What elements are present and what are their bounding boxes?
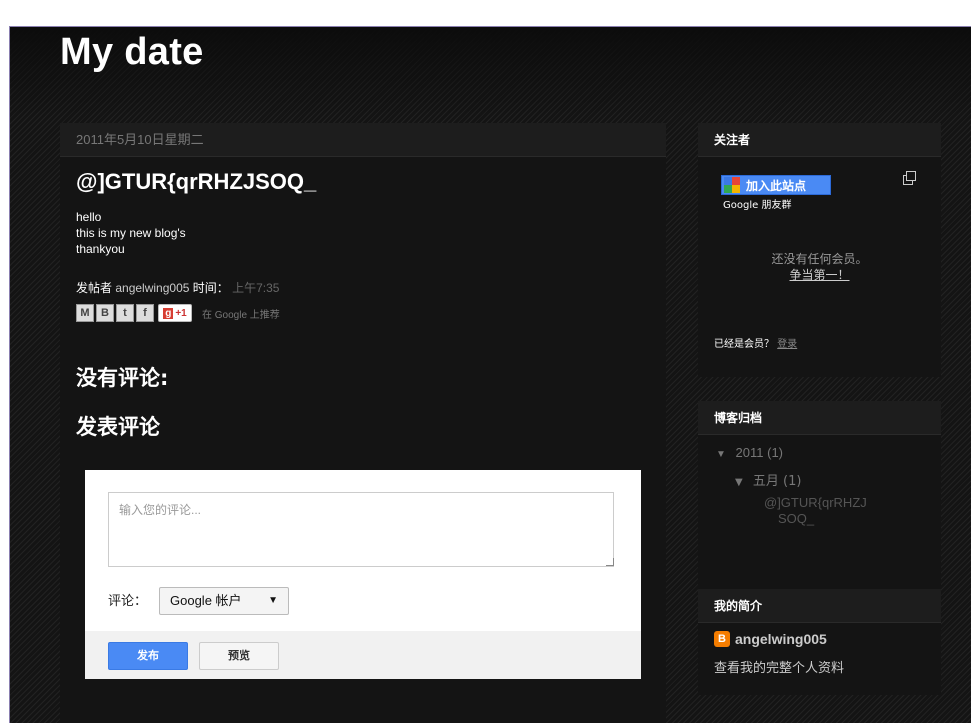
profile-title: 我的简介 (698, 589, 941, 623)
time-label: 时间： (192, 281, 229, 295)
no-members-line: 还没有任何会员。 (771, 252, 868, 266)
post-column: 2011年5月10日星期二 @]GTUR{qrRHZJSOQ_ hello th… (60, 123, 666, 723)
archive-year[interactable]: ▼ 2011 (1) (716, 445, 783, 460)
followers-widget: 关注者 加入此站点 Google 朋友群 还没有任何会员。 争当第一！ 已经是会… (698, 123, 941, 377)
profile-name[interactable]: B angelwing005 (714, 631, 827, 647)
post-comment-heading: 发表评论 (76, 415, 160, 439)
email-share-icon[interactable]: M (76, 304, 94, 322)
post-date: 2011年5月10日星期二 (60, 123, 666, 157)
page-frame: My date 2011年5月10日星期二 @]GTUR{qrRHZJSOQ_ … (9, 26, 971, 723)
plusone-button[interactable]: g +1 (158, 304, 192, 322)
archive-post-line[interactable]: SOQ_ (764, 511, 894, 527)
followers-title: 关注者 (698, 123, 941, 157)
comment-footer: 发布 预览 (85, 631, 641, 679)
account-select-value: Google 帐户 (170, 593, 242, 608)
view-profile-link[interactable]: 查看我的完整个人资料 (714, 657, 844, 676)
archive-widget: 博客归档 ▼ 2011 (1) ▼ 五月 (1) @]GTUR{qrRHZJ S… (698, 401, 941, 591)
google-plus-icon: g (163, 307, 174, 319)
no-comments-heading: 没有评论: (76, 366, 169, 390)
comment-textarea[interactable]: 输入您的评论... (108, 492, 614, 567)
twitter-share-icon[interactable]: t (116, 304, 134, 322)
login-link[interactable]: 登录 (777, 339, 797, 350)
gfc-label: Google 朋友群 (723, 200, 792, 211)
google-friend-connect-icon (724, 177, 740, 193)
archive-year-label[interactable]: 2011 (736, 445, 764, 460)
body-line: this is my new blog's (76, 226, 186, 240)
post-meta: 发帖者 angelwing005 时间： 上午7:35 (76, 279, 666, 296)
posted-by-label: 发帖者 (76, 281, 113, 295)
archive-post-line[interactable]: @]GTUR{qrRHZJ (764, 495, 894, 511)
profile-widget: 我的简介 B angelwing005 查看我的完整个人资料 (698, 589, 941, 695)
recommend-text: 在 Google 上推荐 (202, 309, 280, 321)
blog-title[interactable]: My date (60, 31, 204, 74)
preview-button[interactable]: 预览 (199, 642, 279, 670)
dropdown-arrow-icon: ▼ (268, 595, 278, 606)
comment-form: 输入您的评论... 评论： Google 帐户 ▼ 发布 预览 (85, 470, 641, 679)
body-line: hello (76, 210, 102, 224)
already-member-label: 已经是会员？ (714, 339, 774, 350)
post-author-link[interactable]: angelwing005 (115, 281, 189, 295)
post-title[interactable]: @]GTUR{qrRHZJSOQ_ (76, 169, 666, 195)
no-members-text: 还没有任何会员。 争当第一！ (698, 251, 941, 283)
popout-icon[interactable] (903, 171, 916, 185)
be-first-link[interactable]: 争当第一！ (698, 267, 941, 283)
resize-handle-icon[interactable] (606, 558, 614, 566)
share-row: M B t f g +1 在 Google 上推荐 (76, 304, 666, 322)
blogthis-share-icon[interactable]: B (96, 304, 114, 322)
profile-name-label[interactable]: angelwing005 (735, 631, 827, 647)
blogger-icon: B (714, 631, 730, 647)
expand-triangle-icon[interactable]: ▼ (716, 449, 726, 460)
join-site-label: 加入此站点 (746, 178, 807, 193)
comment-as-label: 评论： (108, 593, 148, 608)
archive-month-count: (1) (783, 474, 802, 489)
publish-button[interactable]: 发布 (108, 642, 188, 670)
expand-triangle-icon[interactable]: ▼ (735, 477, 743, 488)
join-site-button[interactable]: 加入此站点 (721, 175, 831, 195)
archive-year-count: (1) (767, 445, 784, 460)
facebook-share-icon[interactable]: f (136, 304, 154, 322)
plusone-count: +1 (175, 307, 187, 319)
already-member: 已经是会员？ 登录 (714, 335, 797, 350)
body-line: thankyou (76, 242, 125, 256)
archive-month-label[interactable]: 五月 (753, 474, 779, 489)
post-time-link[interactable]: 上午7:35 (232, 281, 279, 295)
post-body: hello this is my new blog's thankyou (76, 209, 666, 257)
archive-title: 博客归档 (698, 401, 941, 435)
archive-post-link[interactable]: @]GTUR{qrRHZJ SOQ_ (764, 495, 894, 527)
archive-month[interactable]: ▼ 五月 (1) (735, 470, 801, 489)
account-select[interactable]: Google 帐户 ▼ (159, 587, 289, 615)
